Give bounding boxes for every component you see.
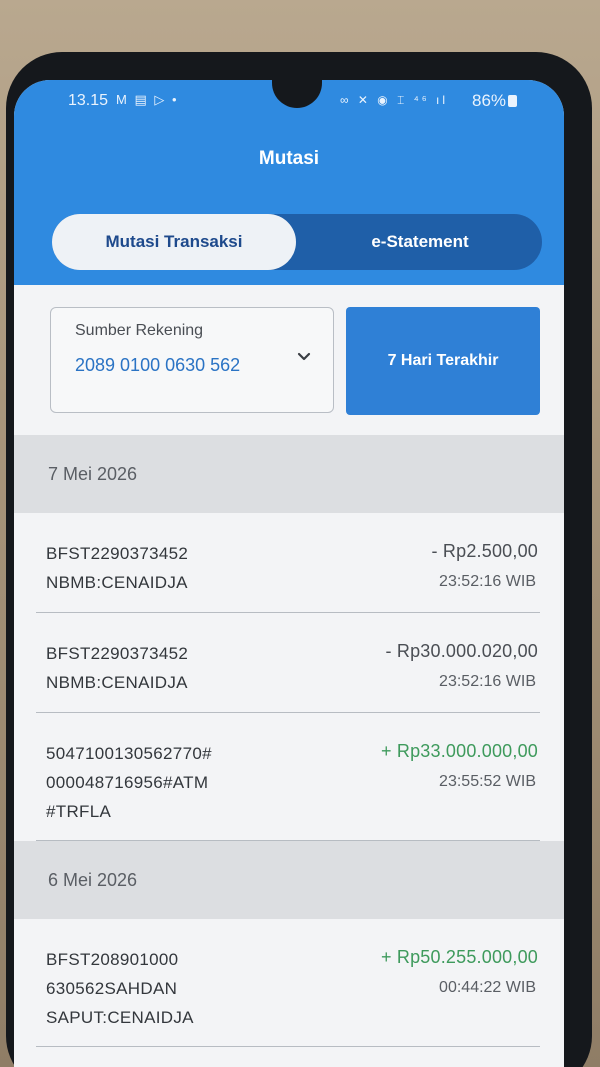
battery-status: 86% [472,91,518,111]
transaction-description: 5047100130562770# 000048716956#ATM #TRFLA [46,739,296,826]
transaction-row: BFST208901000 630562SAHDAN SAPUT:CENAIDJA +… [36,919,540,1047]
notification-icons: M ▤ ▷ • [116,92,179,107]
description-line: 630562SAHDAN [46,979,178,998]
transaction-item[interactable]: BFST2290373452 NBMB:CENAIDJA - Rp2.500,00 2… [14,513,564,613]
filter-controls: Sumber Rekening 2089 0100 0630 562 7 Har… [14,285,564,435]
transaction-description: BFST2290373452 NBMB:CENAIDJA [46,539,296,597]
transaction-amount: - Rp2.500,00 [431,541,538,561]
description-line: NBMB:CENAIDJA [46,573,188,592]
transaction-item[interactable]: BFST2290373452 NBMB:CENAIDJA - Rp30.000.02… [14,613,564,713]
date-group-header: 7 Mei 2026 [14,435,564,513]
date-group-header: 6 Mei 2026 [14,841,564,919]
transaction-row: 5047100130562770# 000048716956#ATM #TRFLA +… [36,713,540,841]
description-line: 5047100130562770# [46,744,212,763]
transaction-item[interactable]: BFST208901000 630562SAHDAN SAPUT:CENAIDJA +… [14,919,564,1047]
transaction-item[interactable]: 5047100130562770# 000048716956#ATM #TRFLA +… [14,713,564,841]
transaction-row: BFST2290373452 NBMB:CENAIDJA - Rp2.500,00 2… [36,513,540,613]
description-line: 000048716956#ATM [46,773,209,792]
transaction-time: 23:52:16 WIB [439,573,536,590]
description-line: SAPUT:CENAIDJA [46,1008,194,1027]
description-line: NBMB:CENAIDJA [46,673,188,692]
transaction-list: 7 Mei 2026 BFST2290373452 NBMB:CENAIDJA - R… [14,435,564,1047]
app-header: 13.15 M ▤ ▷ • ∞ ✕ ◉ ⌶ ⁴⁶ ıl 86% Mutasi M… [14,80,564,285]
description-line: BFST2290373452 [46,644,189,663]
tab-bar: Mutasi Transaksi e-Statement [52,214,542,270]
period-filter-button[interactable]: 7 Hari Terakhir [346,307,540,415]
transaction-time: 00:44:22 WIB [439,979,536,996]
signal-icons: ∞ ✕ ◉ ⌶ ⁴⁶ ıl [340,93,449,107]
description-line: #TRFLA [46,802,112,821]
tab-mutasi-transaksi[interactable]: Mutasi Transaksi [52,214,296,270]
chevron-down-icon [297,352,311,361]
page-title: Mutasi [258,148,320,169]
battery-icon [508,95,518,107]
transaction-description: BFST2290373452 NBMB:CENAIDJA [46,639,296,697]
transaction-row: BFST2290373452 NBMB:CENAIDJA - Rp30.000.02… [36,613,540,713]
app-screen: 13.15 M ▤ ▷ • ∞ ✕ ◉ ⌶ ⁴⁶ ıl 86% Mutasi M… [14,80,564,1067]
transaction-amount: + Rp50.255.000,00 [380,947,538,967]
transaction-amount: + Rp33.000.000,00 [380,741,538,761]
description-line: BFST2290373452 [46,544,189,563]
source-account-value: 2089 0100 0630 562 [75,355,241,375]
tab-e-statement[interactable]: e-Statement [298,214,542,270]
transaction-time: 23:55:52 WIB [439,773,536,790]
source-account-dropdown[interactable]: Sumber Rekening 2089 0100 0630 562 [50,307,334,413]
battery-percent: 86% [472,91,507,110]
transaction-time: 23:52:16 WIB [439,673,536,690]
description-line: BFST208901000 [46,950,179,969]
transaction-amount: - Rp30.000.020,00 [385,641,538,661]
source-account-label: Sumber Rekening [75,322,204,339]
status-time: 13.15 [68,92,109,109]
transaction-description: BFST208901000 630562SAHDAN SAPUT:CENAIDJA [46,945,296,1032]
